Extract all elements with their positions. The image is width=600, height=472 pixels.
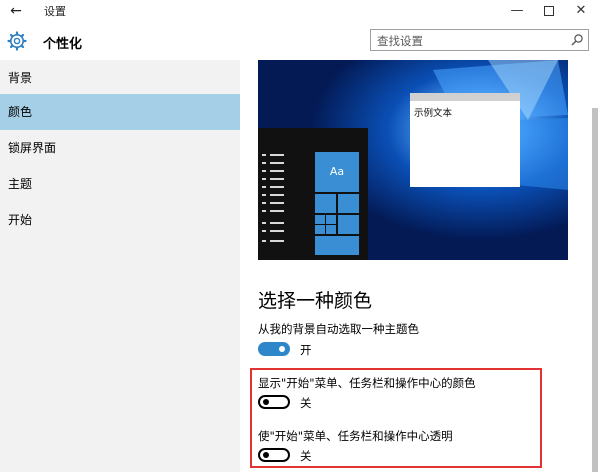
minimize-button[interactable]: — [501, 0, 533, 22]
start-menu-list [262, 154, 359, 255]
back-button[interactable]: ← [6, 1, 26, 21]
page-title: 个性化 [43, 37, 83, 52]
title-bar: ← 设置 — ✕ [0, 0, 600, 22]
section-title: 选择一种颜色 [258, 290, 373, 312]
auto-accent-state: 开 [300, 343, 312, 357]
window-title: 设置 [44, 5, 66, 18]
sidebar-item-colors[interactable]: 颜色 [0, 94, 240, 130]
sidebar-item-lock-screen[interactable]: 锁屏界面 [0, 130, 240, 166]
minimize-icon: — [510, 3, 524, 18]
sidebar: 背景 颜色 锁屏界面 主题 开始 [0, 60, 240, 472]
search-input[interactable]: 查找设置 [370, 29, 589, 51]
sidebar-item-background[interactable]: 背景 [0, 60, 240, 96]
sample-tile: Aa [315, 152, 359, 192]
close-icon: ✕ [575, 3, 587, 18]
close-button[interactable]: ✕ [565, 0, 597, 22]
maximize-button[interactable] [533, 0, 565, 22]
search-icon[interactable] [570, 33, 584, 47]
auto-accent-label: 从我的背景自动选取一种主题色 [258, 322, 419, 336]
arrow-left-icon: ← [10, 3, 22, 19]
search-placeholder: 查找设置 [377, 34, 423, 48]
sidebar-item-themes[interactable]: 主题 [0, 166, 240, 202]
start-menu-preview: Aa [258, 128, 368, 260]
highlight-box [250, 368, 542, 468]
auto-accent-toggle[interactable] [258, 342, 290, 356]
color-preview: 示例文本 Aa [258, 60, 568, 260]
toggle-knob [279, 346, 285, 352]
page-header: 个性化 查找设置 [0, 22, 600, 60]
sample-window: 示例文本 [410, 93, 520, 187]
gear-icon [7, 31, 27, 51]
scroll-thumb[interactable] [592, 108, 598, 472]
maximize-icon [544, 6, 554, 16]
scrollbar[interactable] [590, 60, 600, 472]
sample-text: 示例文本 [414, 108, 453, 119]
sidebar-item-start[interactable]: 开始 [0, 202, 240, 238]
